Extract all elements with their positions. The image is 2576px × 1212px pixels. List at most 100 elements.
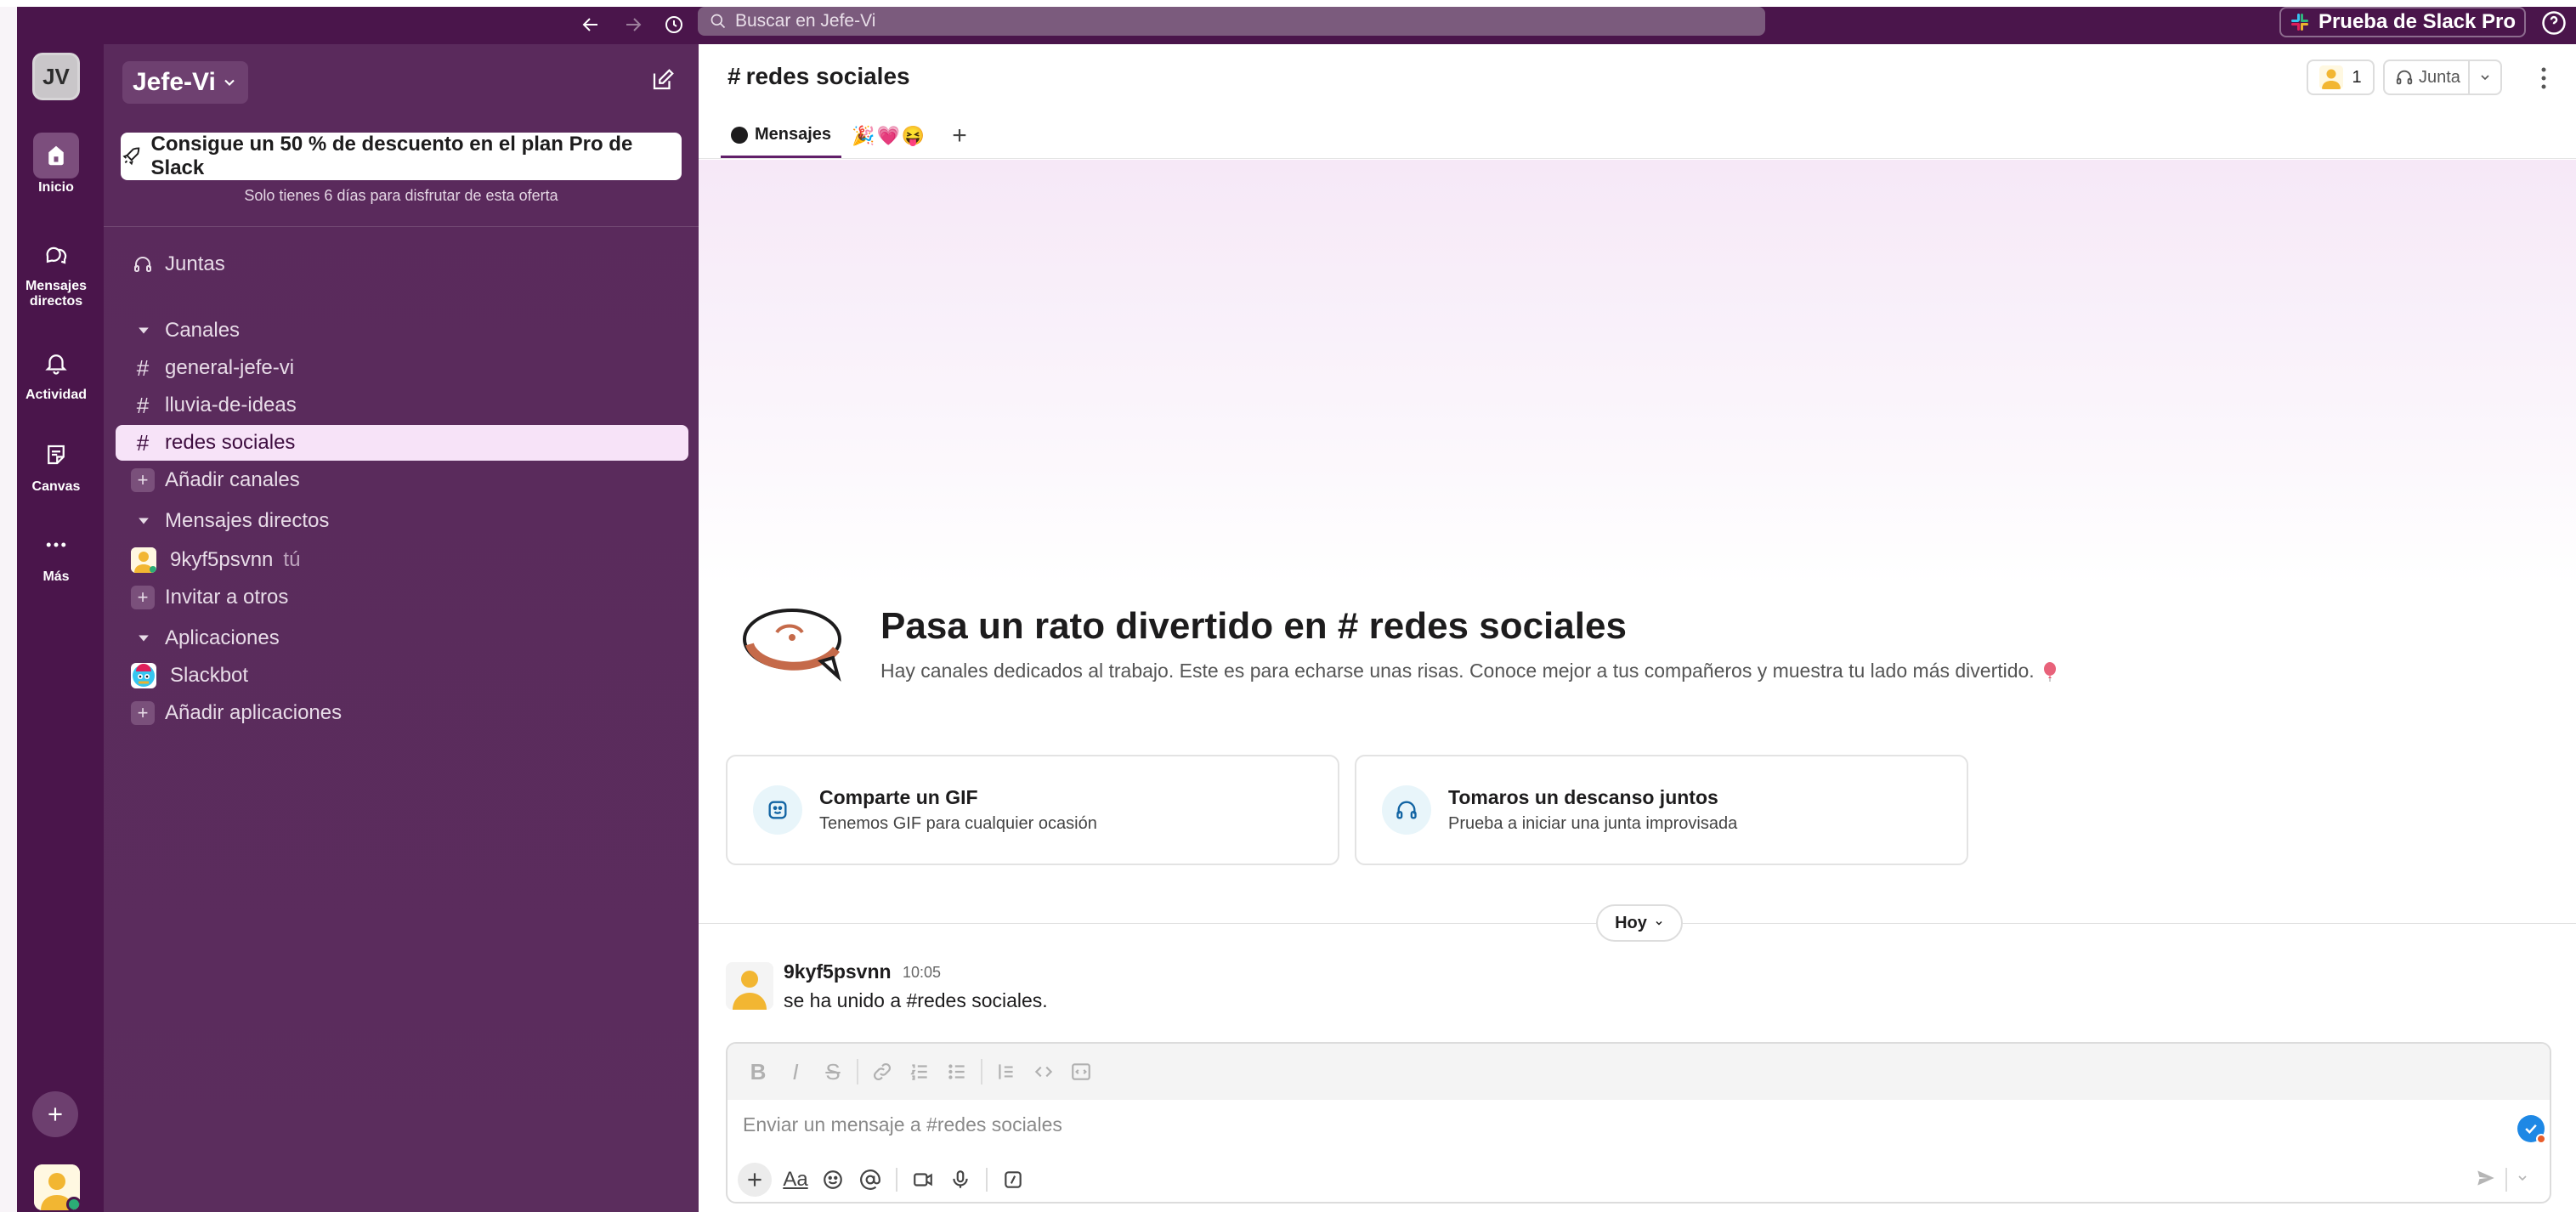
help-button[interactable]	[2539, 8, 2568, 37]
search-input[interactable]: Buscar en Jefe-Vi	[698, 7, 1765, 36]
rail-item-activity[interactable]: Actividad	[17, 340, 95, 403]
huddle-options-button[interactable]	[2470, 71, 2500, 84]
rail-item-canvas[interactable]: Canvas	[17, 432, 95, 495]
rail-item-dms[interactable]: Mensajes directos	[17, 231, 95, 309]
user-avatar[interactable]	[34, 1164, 80, 1210]
code-button[interactable]	[1025, 1053, 1062, 1090]
bold-button[interactable]: B	[739, 1053, 777, 1090]
history-button[interactable]	[658, 8, 690, 41]
compose-button[interactable]	[646, 63, 680, 97]
day-label: Hoy	[1615, 913, 1647, 932]
rail-item-more[interactable]: Más	[17, 522, 95, 585]
workspace-name-button[interactable]: Jefe-Vi	[122, 61, 248, 104]
sidebar-dm-self[interactable]: 9kyf5psvnn tú	[116, 542, 688, 578]
blockquote-icon	[999, 1064, 1013, 1079]
hash-icon: #	[136, 429, 150, 456]
huddle-control: Junta	[2383, 59, 2502, 95]
message-input[interactable]: Enviar un mensaje a #redes sociales	[743, 1113, 1062, 1136]
video-clip-button[interactable]	[904, 1161, 942, 1198]
share-gif-card[interactable]: Comparte un GIF Tenemos GIF para cualqui…	[726, 755, 1339, 865]
message-avatar[interactable]	[726, 962, 773, 1010]
add-tab-button[interactable]: +	[937, 114, 982, 158]
dms-section-header[interactable]: Mensajes directos	[116, 503, 688, 539]
code-icon	[1034, 1066, 1053, 1078]
back-button[interactable]	[575, 8, 607, 41]
intro-title: Pasa un rato divertido en # redes social…	[880, 605, 1627, 647]
workspace-avatar[interactable]: JV	[32, 53, 80, 100]
attach-button[interactable]	[738, 1163, 772, 1197]
divider	[986, 1168, 988, 1192]
divider	[104, 226, 699, 227]
send-button[interactable]	[2475, 1167, 2497, 1193]
strikethrough-button[interactable]: S	[814, 1053, 852, 1090]
you-label: tú	[283, 548, 301, 571]
plus-icon	[48, 1107, 62, 1121]
audio-clip-button[interactable]	[942, 1161, 979, 1198]
rail-label-dms: Mensajes directos	[25, 279, 88, 309]
ordered-list-button[interactable]	[901, 1053, 938, 1090]
channels-section-header[interactable]: Canales	[116, 313, 688, 348]
top-bar: Buscar en Jefe-Vi Prueba de Slack Pro	[17, 7, 2576, 44]
apps-section-header[interactable]: Aplicaciones	[116, 620, 688, 656]
code-block-icon	[1072, 1063, 1090, 1080]
status-online-dot	[66, 1197, 80, 1210]
bulleted-list-icon	[948, 1064, 965, 1079]
divider	[699, 158, 2576, 159]
message-author[interactable]: 9kyf5psvnn	[784, 960, 892, 983]
trial-pro-button[interactable]: Prueba de Slack Pro	[2279, 7, 2526, 37]
add-channels-button[interactable]: + Añadir canales	[116, 462, 688, 498]
arrow-right-icon	[626, 18, 642, 31]
promo-label: Consigue un 50 % de descuento en el plan…	[150, 133, 633, 179]
sidebar-channel-general[interactable]: # general-jefe-vi	[116, 350, 688, 386]
more-icon	[46, 542, 66, 547]
tab-messages[interactable]: Mensajes	[721, 114, 842, 158]
sidebar-app-slackbot[interactable]: Slackbot	[116, 658, 688, 694]
bold-icon: B	[750, 1058, 767, 1085]
take-break-card[interactable]: Tomaros un descanso juntos Prueba a inic…	[1355, 755, 1968, 865]
tab-emoji[interactable]: 🎉💗😝	[841, 114, 937, 158]
grammar-check-badge[interactable]	[2517, 1115, 2546, 1144]
add-workspace-button[interactable]	[32, 1091, 78, 1137]
code-block-button[interactable]	[1062, 1053, 1100, 1090]
message-time[interactable]: 10:05	[903, 964, 941, 982]
members-button[interactable]: 1	[2307, 59, 2375, 95]
italic-button[interactable]: I	[777, 1053, 814, 1090]
sidebar-channel-social[interactable]: # redes sociales	[116, 425, 688, 461]
channel-menu-button[interactable]	[2531, 61, 2556, 95]
bulleted-list-button[interactable]	[938, 1053, 976, 1090]
schedule-send-button[interactable]	[2516, 1171, 2529, 1189]
emoji-button[interactable]	[814, 1161, 852, 1198]
slash-command-icon	[1005, 1171, 1022, 1188]
rail-label-more: Más	[42, 569, 70, 584]
link-button[interactable]	[863, 1053, 901, 1090]
trial-button-label: Prueba de Slack Pro	[2318, 10, 2517, 33]
invite-button[interactable]: + Invitar a otros	[116, 580, 688, 615]
sidebar-item-huddles[interactable]: Juntas	[116, 246, 688, 282]
tab-messages-label: Mensajes	[755, 125, 832, 144]
rail-item-home[interactable]: Inicio	[17, 133, 95, 195]
huddle-button[interactable]: Junta	[2385, 61, 2470, 93]
rail-label-home: Inicio	[38, 180, 74, 195]
dm-icon	[46, 246, 67, 264]
card-title: Tomaros un descanso juntos	[1448, 786, 1718, 808]
day-divider-button[interactable]: Hoy	[1596, 904, 1683, 942]
channel-title[interactable]: # redes sociales	[728, 63, 910, 90]
clock-icon	[665, 16, 682, 33]
formatting-toggle-button[interactable]: Aa	[777, 1161, 814, 1198]
emoji-icon	[824, 1170, 842, 1189]
mention-button[interactable]	[852, 1161, 889, 1198]
hash-icon: #	[136, 354, 150, 381]
shortcuts-button[interactable]	[994, 1161, 1032, 1198]
forward-button[interactable]	[617, 8, 649, 41]
dms-header: Mensajes directos	[165, 509, 330, 532]
workspace-rail: JV Inicio Mensajes directos Actividad Ca…	[17, 44, 104, 1212]
sidebar-channel-ideas[interactable]: # lluvia-de-ideas	[116, 388, 688, 423]
add-apps-button[interactable]: + Añadir aplicaciones	[116, 695, 688, 731]
channel-view: # redes sociales 1 Junta Mensajes 🎉💗😝 +	[699, 44, 2576, 1212]
add-apps-label: Añadir aplicaciones	[165, 701, 343, 724]
blockquote-button[interactable]	[988, 1053, 1025, 1090]
bell-icon	[45, 354, 67, 375]
pro-discount-button[interactable]: Consigue un 50 % de descuento en el plan…	[121, 133, 682, 180]
video-icon	[914, 1173, 932, 1187]
italic-icon: I	[792, 1058, 799, 1085]
